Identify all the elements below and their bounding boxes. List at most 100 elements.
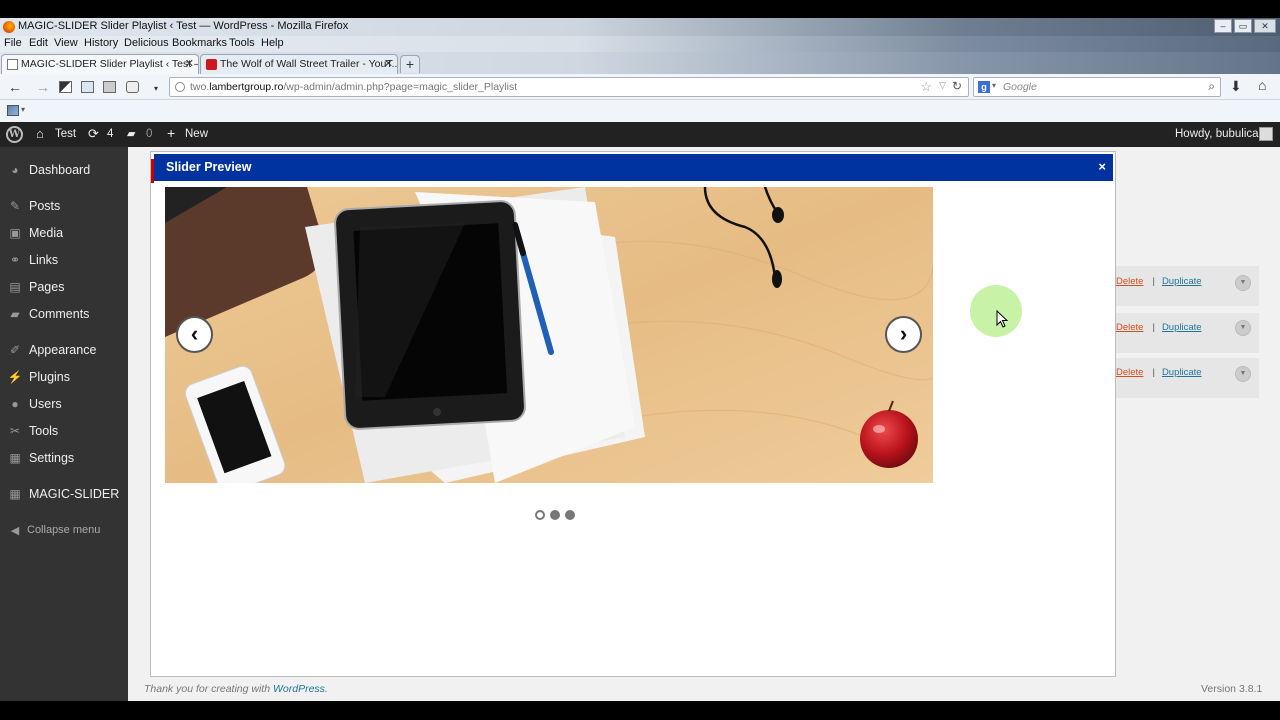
google-icon[interactable]: g [978,81,990,93]
slider-bullet[interactable] [550,510,560,520]
sidebar-item-label: Pages [29,280,65,294]
tab-youtube[interactable]: The Wolf of Wall Street Trailer - YouT..… [200,54,398,74]
search-icon[interactable]: ⌕ [1208,79,1215,94]
download-icon[interactable]: ⬇ [1230,78,1242,94]
menu-view[interactable]: View [54,37,78,49]
sidebar-item-links[interactable]: ⚭ Links [0,249,128,273]
sidebar-item-tools[interactable]: ✂ Tools [0,420,128,444]
menu-bookmarks[interactable]: Bookmarks [172,37,227,49]
sidebar-item-label: Dashboard [29,163,91,177]
sidebar-item-posts[interactable]: ✎ Posts [0,195,128,219]
close-tab-icon[interactable]: ✕ [384,57,393,70]
slider-preview-modal: Slider Preview × ‹ › [150,151,1116,677]
sidebar-item-settings[interactable]: ▦ Settings [0,447,128,471]
menu-file[interactable]: File [4,37,22,49]
new-tab-button[interactable]: + [400,55,420,73]
reload-icon[interactable]: ↻ [952,79,962,93]
sidebar-item-users[interactable]: ● Users [0,393,128,417]
mouse-pointer-icon [996,310,1008,328]
comment-icon: ▰ [10,307,20,321]
sidebar-item-label: Collapse menu [27,524,101,536]
delete-link[interactable]: Delete [1116,322,1143,333]
url-dropdown-icon[interactable]: ▽ [939,80,946,91]
slider-bullet[interactable] [535,510,545,520]
updates-count[interactable]: 4 [107,128,113,140]
modal-title: Slider Preview [166,160,252,174]
slider-next-button[interactable]: › [885,316,922,353]
forward-arrow-icon[interactable]: → [36,79,50,95]
maximize-button[interactable]: ▭ [1234,19,1252,33]
sidebar-item-media[interactable]: ▣ Media [0,222,128,246]
sidebar-item-plugins[interactable]: ⚡ Plugins [0,366,128,390]
footer-version: Version 3.8.1 [1201,683,1263,695]
clipboard-icon[interactable] [103,81,116,93]
row-actions: Delete | Duplicate [1116,276,1202,287]
duplicate-link[interactable]: Duplicate [1162,367,1202,378]
comments-icon[interactable]: ▰ [127,127,135,140]
search-engine-dropdown-icon[interactable]: ▾ [992,81,996,90]
home-icon[interactable]: ⌂ [1258,77,1266,93]
chevron-down-icon[interactable]: ▼ [1235,275,1251,291]
url-bar[interactable]: two.lambertgroup.ro/wp-admin/admin.php?p… [169,77,969,97]
avatar[interactable] [1259,127,1273,141]
wordpress-link[interactable]: WordPress [273,683,325,695]
menu-bar: File Edit View History Delicious Bookmar… [0,36,1280,52]
slider-bullets [535,510,575,520]
firefox-icon [3,21,15,33]
sidebar-item-label: Settings [29,451,75,465]
minimize-button[interactable]: – [1214,19,1232,33]
camera-icon[interactable] [126,81,139,93]
plugin-menu-icon: ▦ [9,487,21,501]
chevron-down-icon[interactable]: ▼ [1235,366,1251,382]
brush-icon: ✐ [9,343,21,357]
close-window-button[interactable]: ✕ [1254,19,1276,33]
user-greeting[interactable]: Howdy, bubulica [1175,128,1259,140]
toolbar-dropdown-icon[interactable]: ▾ [154,81,158,97]
close-icon[interactable]: × [1098,159,1106,174]
row-actions: Delete | Duplicate [1116,322,1202,333]
page-icon [7,59,18,70]
comments-count[interactable]: 0 [146,128,152,140]
navigation-toolbar: ← → ▾ two.lambertgroup.ro/wp-admin/admin… [0,74,1280,100]
bookmarks-dropdown-icon[interactable]: ▾ [21,105,25,114]
tab-magic-slider[interactable]: MAGIC-SLIDER Slider Playlist ‹ Test —...… [1,54,199,74]
sidebar-item-comments[interactable]: ▰ Comments [0,303,128,327]
search-bar[interactable]: g ▾ Google ⌕ [973,77,1221,97]
tab-label: The Wolf of Wall Street Trailer - YouT..… [220,58,398,70]
menu-delicious[interactable]: Delicious [124,37,169,49]
back-arrow-icon[interactable]: ← [8,79,22,95]
sidebar-item-pages[interactable]: ▤ Pages [0,276,128,300]
new-content-link[interactable]: New [185,128,208,140]
sidebar-item-label: MAGIC-SLIDER [29,487,120,501]
collapse-menu-button[interactable]: ◀ Collapse menu [0,519,128,543]
bookmarks-icon[interactable] [7,105,19,116]
window-controls: – ▭ ✕ [1214,19,1276,33]
url-text: two.lambertgroup.ro/wp-admin/admin.php?p… [190,81,518,93]
slider-bullet[interactable] [565,510,575,520]
sidebar-item-label: Links [29,253,59,267]
menu-history[interactable]: History [84,37,118,49]
wordpress-logo-icon[interactable]: W [6,126,23,143]
menu-help[interactable]: Help [261,37,284,49]
menu-tools[interactable]: Tools [229,37,255,49]
bookmarks-toolbar: ▾ [0,100,1280,122]
sidebar-item-dashboard[interactable]: ◕ Dashboard [0,159,128,183]
menu-edit[interactable]: Edit [29,37,48,49]
sidebar-item-appearance[interactable]: ✐ Appearance [0,339,128,363]
duplicate-link[interactable]: Duplicate [1162,322,1202,333]
screenshot-icon[interactable] [59,81,72,93]
delete-link[interactable]: Delete [1116,367,1143,378]
slider-prev-button[interactable]: ‹ [176,316,213,353]
sidebar-item-magic-slider[interactable]: ▦ MAGIC-SLIDER [0,483,128,507]
site-name-link[interactable]: Test [55,128,76,140]
window-icon[interactable] [81,81,94,93]
chevron-down-icon[interactable]: ▼ [1235,320,1251,336]
tab-bar: MAGIC-SLIDER Slider Playlist ‹ Test —...… [0,52,1280,74]
delete-link[interactable]: Delete [1116,276,1143,287]
plus-icon[interactable]: + [167,125,175,141]
close-tab-icon[interactable]: ✕ [185,57,194,70]
bookmark-star-icon[interactable]: ☆ [920,79,932,95]
duplicate-link[interactable]: Duplicate [1162,276,1202,287]
sidebar-item-label: Appearance [29,343,97,357]
updates-icon[interactable]: ⟳ [88,126,99,142]
